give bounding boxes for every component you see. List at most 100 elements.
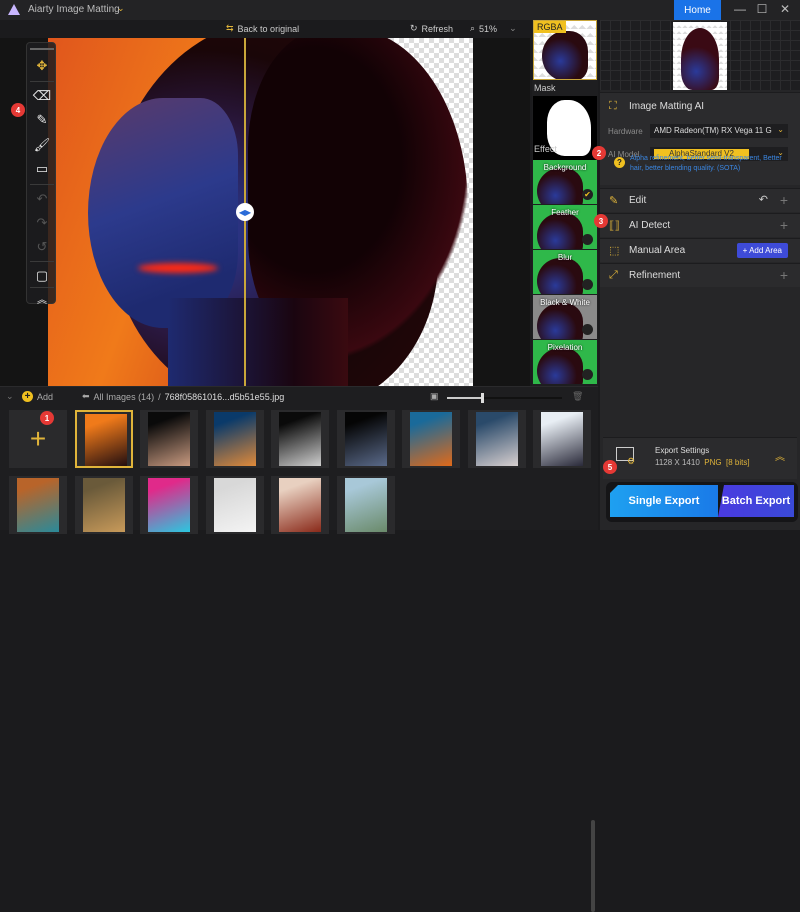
gallery-thumb-jumping-people[interactable] xyxy=(533,410,591,468)
gallery-thumb-orange-dress[interactable] xyxy=(402,410,460,468)
image-canvas[interactable]: ◀▶ xyxy=(0,38,530,386)
subject-glow xyxy=(138,263,218,273)
gallery-thumb-car[interactable] xyxy=(9,476,67,534)
refinement-label: Refinement xyxy=(629,270,681,281)
refinement-section[interactable]: ⤢ Refinement + xyxy=(600,263,800,287)
pencil-tool-icon[interactable]: ✎ xyxy=(32,111,52,129)
subject-neck xyxy=(168,298,348,386)
add-images-button[interactable]: + Add xyxy=(22,391,53,402)
effect-silhouette xyxy=(537,303,583,339)
thumbnail-image xyxy=(84,414,127,466)
breadcrumb: ⬅ All Images (14) / 768f05861016...d5b51… xyxy=(82,391,284,402)
effect-silhouette xyxy=(537,213,583,249)
zoom-level: 51% xyxy=(479,23,498,34)
expand-up-icon[interactable]: ︽ xyxy=(775,448,785,463)
thumbnail-size-slider[interactable] xyxy=(447,393,562,403)
effect-silhouette xyxy=(537,168,583,204)
minimize-button[interactable]: — xyxy=(730,2,750,16)
eraser-tool-icon[interactable]: ⌫ xyxy=(32,87,52,105)
gallery-thumb-jellyfish[interactable] xyxy=(140,410,198,468)
gallery-thumb-woman-lights[interactable] xyxy=(205,410,264,468)
step-badge-4: 4 xyxy=(11,103,25,117)
edit-section[interactable]: ✎ Edit ↶ + xyxy=(600,188,800,212)
maximize-button[interactable]: ☐ xyxy=(752,2,772,16)
effect-label: Black & White xyxy=(540,298,590,307)
thumbnail-image xyxy=(279,478,321,532)
thumbnail-image xyxy=(344,478,387,532)
manual-area-section[interactable]: ⬚ Manual Area + Add Area xyxy=(600,238,800,262)
slider-knob[interactable] xyxy=(480,393,484,403)
radio-icon[interactable] xyxy=(582,324,593,335)
effect-silhouette xyxy=(537,258,583,294)
batch-export-button[interactable]: Batch Export xyxy=(718,485,794,517)
ai-detect-section[interactable]: ⟦⟧ AI Detect + xyxy=(600,213,800,237)
redo-tool-icon[interactable]: ↷ xyxy=(32,214,52,232)
settings-panel: ⛶ Image Matting AI Hardware AMD Radeon(T… xyxy=(600,20,800,530)
effect-thumb[interactable]: Background ✔ xyxy=(533,160,597,204)
reset-tool-icon[interactable]: ↺ xyxy=(32,238,52,256)
breadcrumb-all-images[interactable]: All Images (14) xyxy=(94,392,155,402)
radio-icon[interactable] xyxy=(582,279,593,290)
effect-thumb[interactable]: Black & White xyxy=(533,295,597,339)
add-image-tile[interactable]: + xyxy=(9,410,67,468)
home-button[interactable]: Home xyxy=(674,0,721,20)
hardware-select[interactable]: AMD Radeon(TM) RX Vega 11 G ⌄ xyxy=(650,124,788,138)
app-logo-icon xyxy=(8,4,20,15)
trash-icon[interactable]: 🗑 xyxy=(572,391,583,402)
add-area-button[interactable]: + Add Area xyxy=(736,243,788,258)
zoom-control[interactable]: ⌕ 51% ⌄ xyxy=(470,23,517,34)
zoom-chevron-icon[interactable]: ⌄ xyxy=(509,23,517,34)
compare-divider-handle[interactable]: ◀▶ xyxy=(236,203,254,221)
check-icon[interactable]: ✔ xyxy=(582,189,593,200)
collapse-gallery-icon[interactable]: ⌄ xyxy=(6,391,14,402)
thumbnail-image xyxy=(17,478,59,532)
radio-icon[interactable] xyxy=(582,369,593,380)
effect-thumb[interactable]: Pixelation xyxy=(533,340,597,384)
rgba-view-thumb[interactable]: RGBA xyxy=(533,20,597,80)
export-settings[interactable]: ⚙ Export Settings 1128 X 1410 PNG [8 bit… xyxy=(603,437,797,479)
refinement-expand-icon[interactable]: + xyxy=(780,267,788,283)
hardware-chevron-icon: ⌄ xyxy=(777,125,784,134)
app-menu-chevron-icon[interactable]: ⌄ xyxy=(117,3,125,14)
manual-area-label: Manual Area xyxy=(629,245,686,256)
gallery-thumb-building[interactable] xyxy=(336,476,395,534)
back-to-original-button[interactable]: ⇆ Back to original xyxy=(226,23,299,34)
help-icon[interactable]: ? xyxy=(614,157,625,168)
rgba-silhouette xyxy=(542,31,588,79)
app-title: Aiarty Image Matting xyxy=(28,4,120,15)
gallery-thumb-flower[interactable] xyxy=(336,410,395,468)
undo-tool-icon[interactable]: ↶ xyxy=(32,190,52,208)
gallery-thumb-rainbow-dancer[interactable] xyxy=(140,476,198,534)
refresh-button[interactable]: ↻ Refresh xyxy=(410,23,453,34)
effect-thumb[interactable]: Feather xyxy=(533,205,597,249)
slider-fill xyxy=(447,397,482,399)
ai-detect-expand-icon[interactable]: + xyxy=(780,217,788,233)
gallery-thumb-red-hair[interactable] xyxy=(271,476,329,534)
fit-view-icon[interactable]: ▢ xyxy=(32,267,52,285)
gallery-scrollbar[interactable] xyxy=(591,820,595,912)
effect-label: Feather xyxy=(551,208,579,217)
matting-ai-title: Image Matting AI xyxy=(629,101,705,112)
view-mode-panel: RGBA Mask Effect Background ✔ Feather Blur B… xyxy=(532,20,598,386)
gallery-thumb-sofa[interactable] xyxy=(205,476,264,534)
close-button[interactable]: ✕ xyxy=(775,2,795,16)
gallery-thumb-silhouette[interactable] xyxy=(74,410,133,468)
gallery-thumb-angel[interactable] xyxy=(271,410,329,468)
collapse-palette-icon[interactable]: ︽ xyxy=(32,289,52,307)
roller-tool-icon[interactable]: ▭ xyxy=(32,160,52,178)
palette-grip[interactable] xyxy=(30,48,54,50)
back-arrow-icon[interactable]: ⬅ xyxy=(82,391,90,402)
brush-tool-icon[interactable]: 🖌 xyxy=(32,136,52,154)
edit-expand-icon[interactable]: + xyxy=(780,192,788,208)
tool-palette: ✥ ⌫ ✎ 🖌 ▭ ↶ ↷ ↺ ▢ ︽ xyxy=(26,42,56,307)
move-tool-icon[interactable]: ✥ xyxy=(32,57,52,75)
gallery-thumb-flowers-woman[interactable] xyxy=(74,476,133,534)
radio-icon[interactable] xyxy=(582,234,593,245)
single-export-button[interactable]: Single Export xyxy=(610,485,718,517)
image-matting-ai-section: ⛶ Image Matting AI Hardware AMD Radeon(T… xyxy=(600,92,800,185)
edit-undo-icon[interactable]: ↶ xyxy=(759,193,768,206)
effect-label: Background xyxy=(543,163,587,172)
gallery-thumb-woman-veil[interactable] xyxy=(467,410,526,468)
effect-thumb[interactable]: Blur xyxy=(533,250,597,294)
image-preview xyxy=(48,38,473,386)
